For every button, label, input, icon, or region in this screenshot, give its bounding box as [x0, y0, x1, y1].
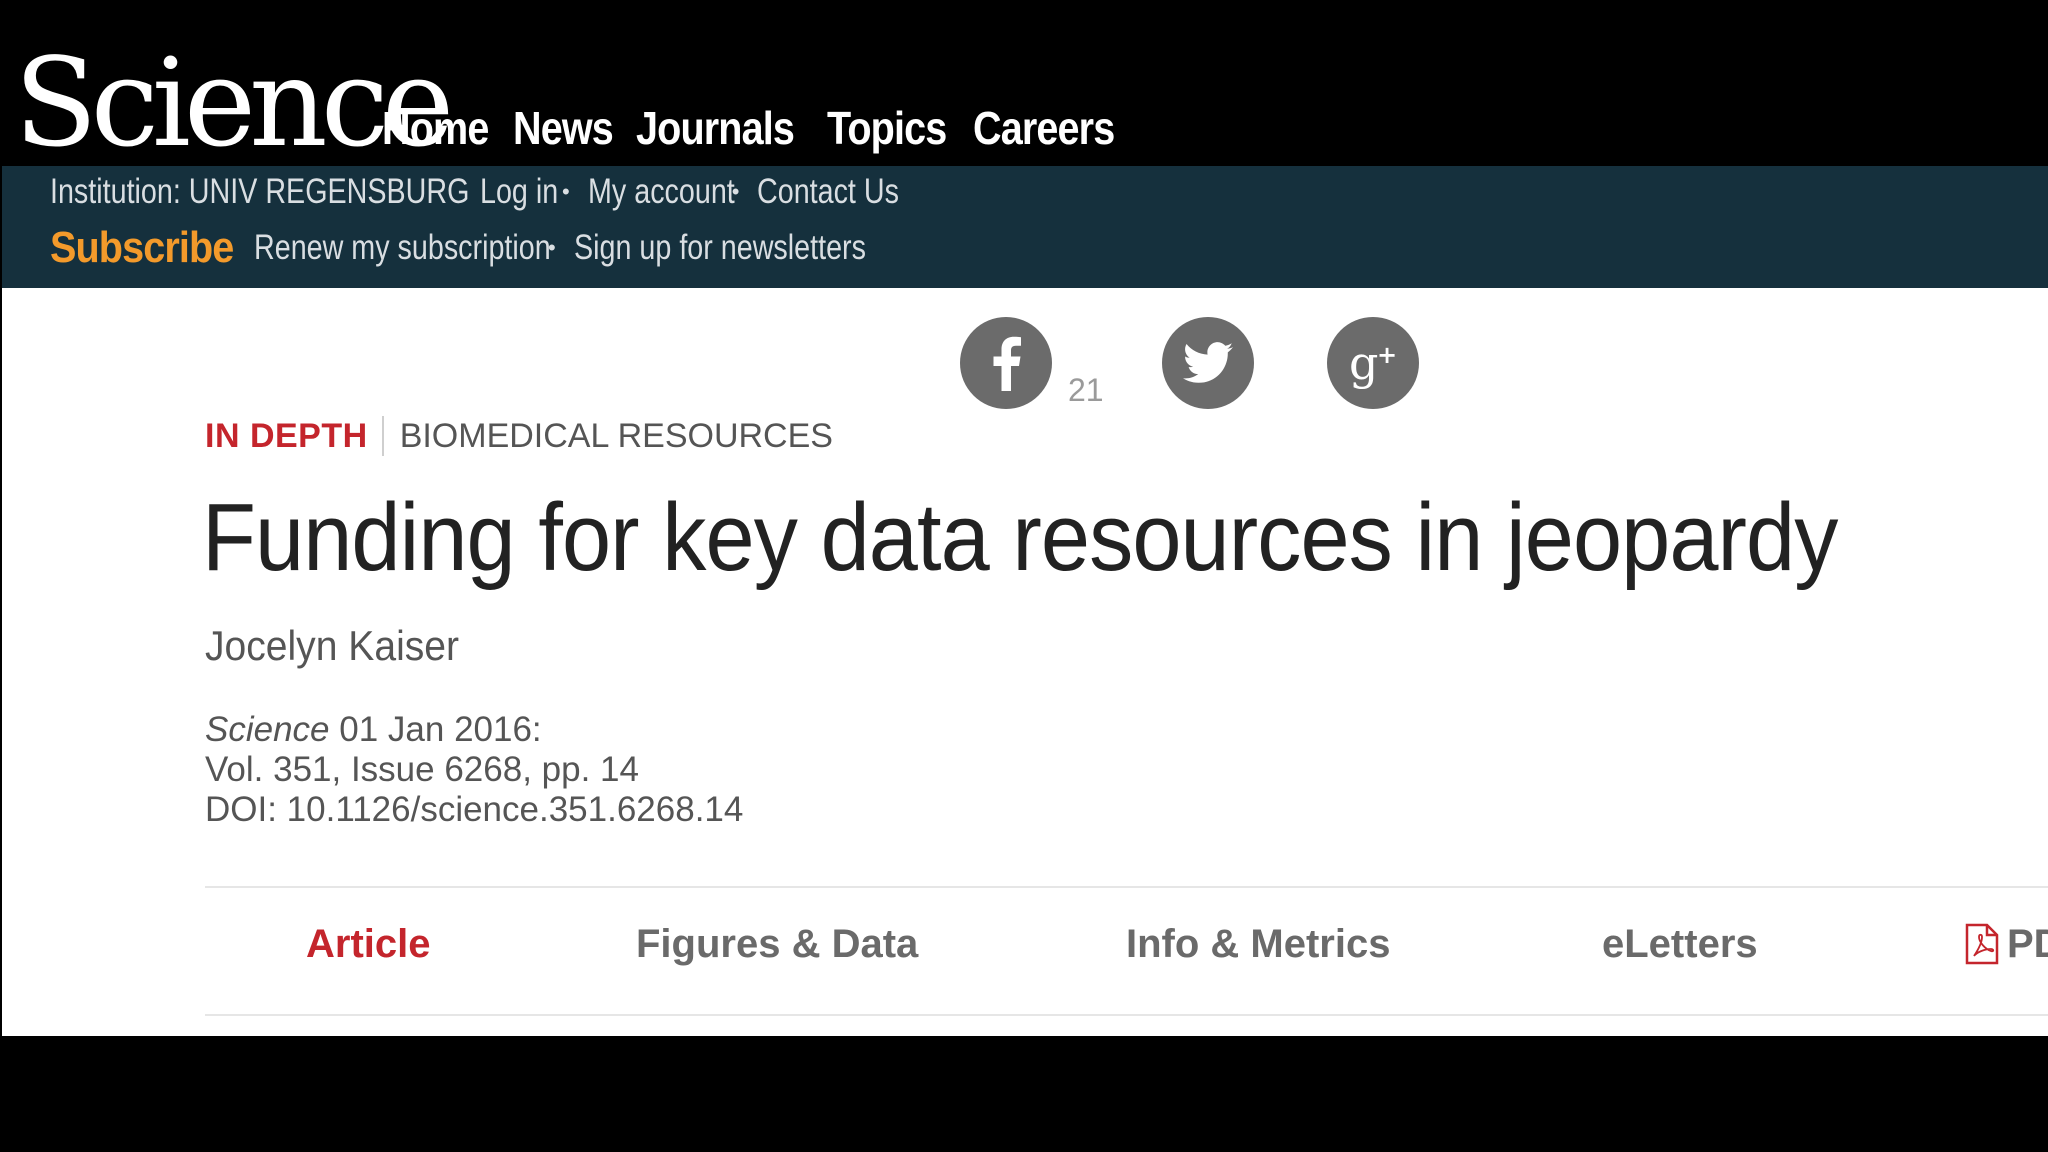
- publication-date: 01 Jan 2016:: [339, 710, 542, 749]
- nav-journals[interactable]: Journals: [636, 98, 795, 158]
- facebook-share-button[interactable]: [960, 317, 1052, 409]
- citation-block: Science 01 Jan 2016: Vol. 351, Issue 626…: [205, 710, 743, 830]
- page: Science Home News Journals Topics Career…: [0, 0, 2048, 1152]
- newsletter-signup-link[interactable]: Sign up for newsletters: [574, 228, 866, 268]
- subsection-label[interactable]: BIOMEDICAL RESOURCES: [400, 417, 833, 456]
- pdf-icon: [1965, 923, 1999, 965]
- tab-article[interactable]: Article: [306, 884, 431, 1004]
- renew-subscription-link[interactable]: Renew my subscription: [254, 228, 551, 268]
- nav-topics[interactable]: Topics: [827, 98, 947, 158]
- contact-us-link[interactable]: Contact Us: [757, 172, 899, 212]
- nav-careers[interactable]: Careers: [973, 98, 1115, 158]
- main-nav: Home News Journals Topics Careers: [382, 98, 1115, 158]
- separator-dot: •: [562, 179, 570, 204]
- tab-pdf[interactable]: PDF: [1965, 884, 2048, 1004]
- nav-news[interactable]: News: [513, 98, 614, 158]
- tabs-bottom-divider: [205, 1014, 2048, 1016]
- journal-name: Science: [205, 710, 330, 749]
- volume-issue: Vol. 351, Issue 6268, pp. 14: [205, 750, 639, 789]
- author-name[interactable]: Jocelyn Kaiser: [205, 622, 459, 670]
- doi: DOI: 10.1126/science.351.6268.14: [205, 790, 744, 829]
- institution-label: Institution: UNIV REGENSBURG: [50, 172, 470, 211]
- nav-home[interactable]: Home: [382, 98, 489, 158]
- tab-info-metrics[interactable]: Info & Metrics: [1126, 884, 1390, 1004]
- twitter-share-button[interactable]: [1162, 317, 1254, 409]
- citation-line-1: Science 01 Jan 2016:: [205, 710, 743, 750]
- my-account-link[interactable]: My account: [588, 172, 735, 212]
- google-plus-share-button[interactable]: g +: [1327, 317, 1419, 409]
- svg-text:g: g: [1349, 336, 1378, 390]
- article-kicker: IN DEPTH BIOMEDICAL RESOURCES: [205, 416, 833, 456]
- subscribe-link[interactable]: Subscribe: [50, 223, 234, 273]
- subscription-row: Subscribe Renew my subscription • Sign u…: [50, 218, 866, 278]
- kicker-divider: [381, 416, 384, 456]
- section-label[interactable]: IN DEPTH: [205, 417, 368, 456]
- pdf-label: PDF: [2007, 921, 2048, 966]
- google-plus-icon: g +: [1349, 336, 1397, 390]
- article-tabs: Article Figures & Data Info & Metrics eL…: [205, 884, 2048, 1004]
- twitter-icon: [1183, 342, 1233, 383]
- tab-eletters[interactable]: eLetters: [1602, 884, 1758, 1004]
- account-row: Institution: UNIV REGENSBURG Log in • My…: [50, 166, 899, 218]
- top-nav-bar: Science Home News Journals Topics Career…: [0, 0, 2048, 166]
- article-header: 21 g + IN DEPTH BIOMEDICAL RESOURCES Fun…: [2, 288, 2048, 1036]
- utility-bar: Institution: UNIV REGENSBURG Log in • My…: [2, 166, 2048, 288]
- tab-figures-data[interactable]: Figures & Data: [636, 884, 918, 1004]
- article-title: Funding for key data resources in jeopar…: [202, 484, 1838, 591]
- svg-text:+: +: [1377, 341, 1397, 369]
- login-link[interactable]: Log in: [480, 172, 558, 212]
- facebook-icon: [993, 336, 1021, 391]
- facebook-share-count: 21: [1068, 372, 1104, 408]
